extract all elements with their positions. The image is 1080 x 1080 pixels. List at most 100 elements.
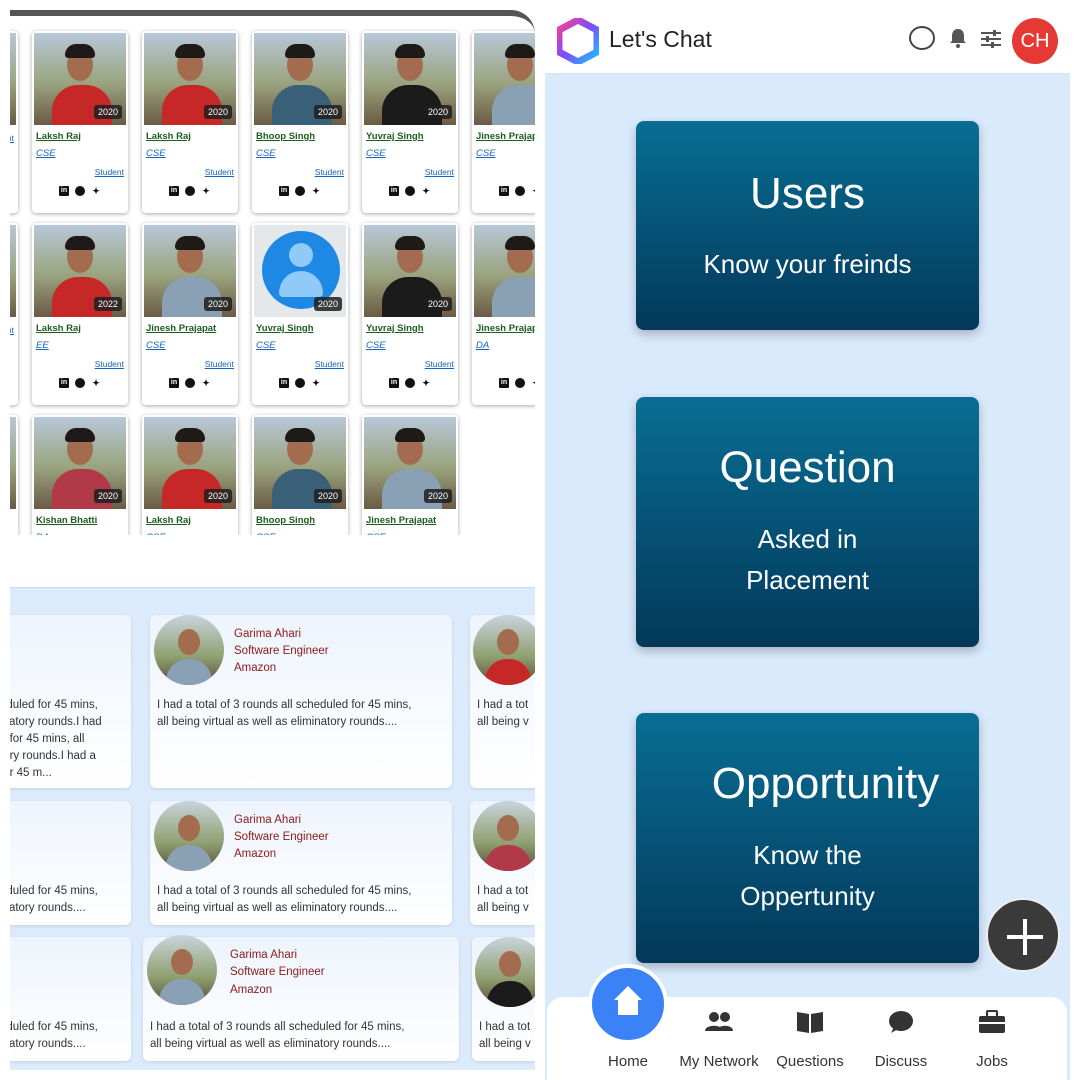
experience-card[interactable]: I had a tot all being v [470, 615, 535, 788]
nav-item-my-network[interactable]: My Network [669, 1009, 769, 1070]
twitter-icon[interactable]: ✦ [421, 378, 431, 388]
student-branch-link[interactable]: CSE [146, 532, 238, 535]
github-icon[interactable] [515, 378, 525, 388]
add-fab-button[interactable] [986, 898, 1060, 972]
linkedin-icon[interactable]: in [279, 378, 289, 388]
student-branch-link[interactable]: CSE [146, 148, 238, 159]
github-icon[interactable] [75, 186, 85, 196]
linkedin-icon[interactable]: in [59, 378, 69, 388]
chat-bubble-icon[interactable] [909, 26, 935, 50]
student-branch-link[interactable]: CSE [256, 532, 348, 535]
student-name-link[interactable]: Laksh Raj [36, 323, 128, 334]
student-card[interactable]: 2020 Yuvraj Singh CSE Student in ✦ [252, 223, 348, 405]
twitter-icon[interactable]: ✦ [91, 186, 101, 196]
student-branch-link[interactable]: CSE [36, 148, 128, 159]
users-tile[interactable]: Users Know your freinds [636, 121, 979, 330]
twitter-icon[interactable]: ✦ [201, 186, 211, 196]
student-role-link[interactable]: S [472, 167, 535, 177]
nav-item-jobs[interactable]: Jobs [942, 1009, 1042, 1070]
student-card[interactable]: 2020 Bhoop Singh CSE Student in ✦ [252, 31, 348, 213]
student-card[interactable]: nt in✦ [10, 223, 18, 405]
student-name-link[interactable]: Jinesh Prajapat [476, 323, 535, 334]
linkedin-icon[interactable]: in [389, 378, 399, 388]
student-name-link[interactable]: Jinesh Prajapat [366, 515, 458, 526]
github-icon[interactable] [405, 186, 415, 196]
student-card[interactable]: 2020 Kishan Bhatti DA [32, 415, 128, 535]
student-name-link[interactable]: Bhoop Singh [256, 131, 348, 142]
experience-card[interactable]: I had a tot all being v [472, 937, 535, 1061]
github-icon[interactable] [75, 378, 85, 388]
student-name-link[interactable]: Jinesh Prajapat [146, 323, 238, 334]
github-icon[interactable] [185, 186, 195, 196]
student-role-link[interactable]: Student [362, 167, 454, 177]
student-card[interactable]: 2020 Jinesh Prajapat CSE [362, 415, 458, 535]
question-tile[interactable]: Question Asked in Placement [636, 397, 979, 647]
student-card[interactable]: 2022 Laksh Raj EE Student in ✦ [32, 223, 128, 405]
experience-card[interactable]: I had a tot all being v [470, 801, 535, 925]
student-role-link[interactable]: Student [142, 359, 234, 369]
settings-sliders-icon[interactable] [981, 30, 1001, 48]
student-branch-link[interactable]: CSE [256, 148, 348, 159]
opportunity-tile[interactable]: Opportunity Know the Oppertunity [636, 713, 979, 963]
github-icon[interactable] [295, 378, 305, 388]
student-card[interactable]: Jinesh Prajapat DA Sin ✦ [472, 223, 535, 405]
student-branch-link[interactable]: CSE [476, 148, 535, 159]
nav-item-questions[interactable]: Questions [760, 1009, 860, 1070]
linkedin-icon[interactable]: in [499, 186, 509, 196]
experience-card[interactable]: Garima Ahari Software Engineer Amazon I had… [150, 615, 452, 788]
student-role-link[interactable]: Student [32, 359, 124, 369]
linkedin-icon[interactable]: in [389, 186, 399, 196]
twitter-icon[interactable]: ✦ [91, 378, 101, 388]
twitter-icon[interactable]: ✦ [201, 378, 211, 388]
student-card[interactable]: Jinesh Prajapat CSE Sin ✦ [472, 31, 535, 213]
student-branch-link[interactable]: CSE [146, 340, 238, 351]
student-name-link[interactable]: Laksh Raj [146, 515, 238, 526]
student-role-link[interactable]: Student [32, 167, 124, 177]
linkedin-icon[interactable]: in [59, 186, 69, 196]
experience-card[interactable]: Garima Ahari Software Engineer Amazon I had… [150, 801, 452, 925]
student-card[interactable]: 2020 Jinesh Prajapat CSE Student in ✦ [142, 223, 238, 405]
experience-card[interactable]: ereduled for 45 mins,inatory rounds.... [10, 801, 131, 925]
twitter-icon[interactable]: ✦ [311, 186, 321, 196]
student-card[interactable]: 2020 Laksh Raj CSE [142, 415, 238, 535]
user-avatar[interactable]: CH [1012, 18, 1058, 64]
student-name-link[interactable]: Kishan Bhatti [36, 515, 128, 526]
bell-icon[interactable] [949, 28, 967, 48]
linkedin-icon[interactable]: in [279, 186, 289, 196]
student-name-link[interactable]: Bhoop Singh [256, 515, 348, 526]
linkedin-icon[interactable]: in [169, 378, 179, 388]
experience-card[interactable]: ereduled for 45 mins,inatory rounds.I ha… [10, 615, 131, 788]
student-branch-link[interactable]: DA [476, 340, 535, 351]
linkedin-icon[interactable]: in [499, 378, 509, 388]
student-name-link[interactable]: Laksh Raj [146, 131, 238, 142]
student-card[interactable]: 2020 Yuvraj Singh CSE Student in ✦ [362, 223, 458, 405]
github-icon[interactable] [185, 378, 195, 388]
author-name[interactable]: Garima Ahari [230, 947, 297, 965]
student-role-link[interactable]: Student [142, 167, 234, 177]
student-card[interactable] [10, 415, 18, 535]
student-branch-link[interactable]: CSE [366, 340, 458, 351]
student-card[interactable]: 2020 Yuvraj Singh CSE Student in ✦ [362, 31, 458, 213]
student-name-link[interactable]: Jinesh Prajapat [476, 131, 535, 142]
twitter-icon[interactable]: ✦ [421, 186, 431, 196]
student-card[interactable]: nt in✦ [10, 31, 18, 213]
student-role-link[interactable]: Student [252, 359, 344, 369]
student-card[interactable]: 2020 Bhoop Singh CSE [252, 415, 348, 535]
student-branch-link[interactable]: CSE [366, 532, 458, 535]
student-card[interactable]: 2020 Laksh Raj CSE Student in ✦ [142, 31, 238, 213]
student-branch-link[interactable]: DA [36, 532, 128, 535]
experience-card[interactable]: Garima Ahari Software Engineer Amazon I had… [143, 935, 459, 1061]
nav-item-discuss[interactable]: Discuss [851, 1009, 951, 1070]
twitter-icon[interactable]: ✦ [531, 378, 535, 388]
twitter-icon[interactable]: ✦ [311, 378, 321, 388]
student-role-link[interactable]: Student [252, 167, 344, 177]
student-name-link[interactable]: Yuvraj Singh [366, 131, 458, 142]
author-name[interactable]: Garima Ahari [234, 812, 301, 830]
student-role-link[interactable]: nt [10, 133, 14, 143]
student-name-link[interactable]: Laksh Raj [36, 131, 128, 142]
github-icon[interactable] [515, 186, 525, 196]
linkedin-icon[interactable]: in [169, 186, 179, 196]
student-role-link[interactable]: S [472, 359, 535, 369]
github-icon[interactable] [405, 378, 415, 388]
student-role-link[interactable]: Student [362, 359, 454, 369]
